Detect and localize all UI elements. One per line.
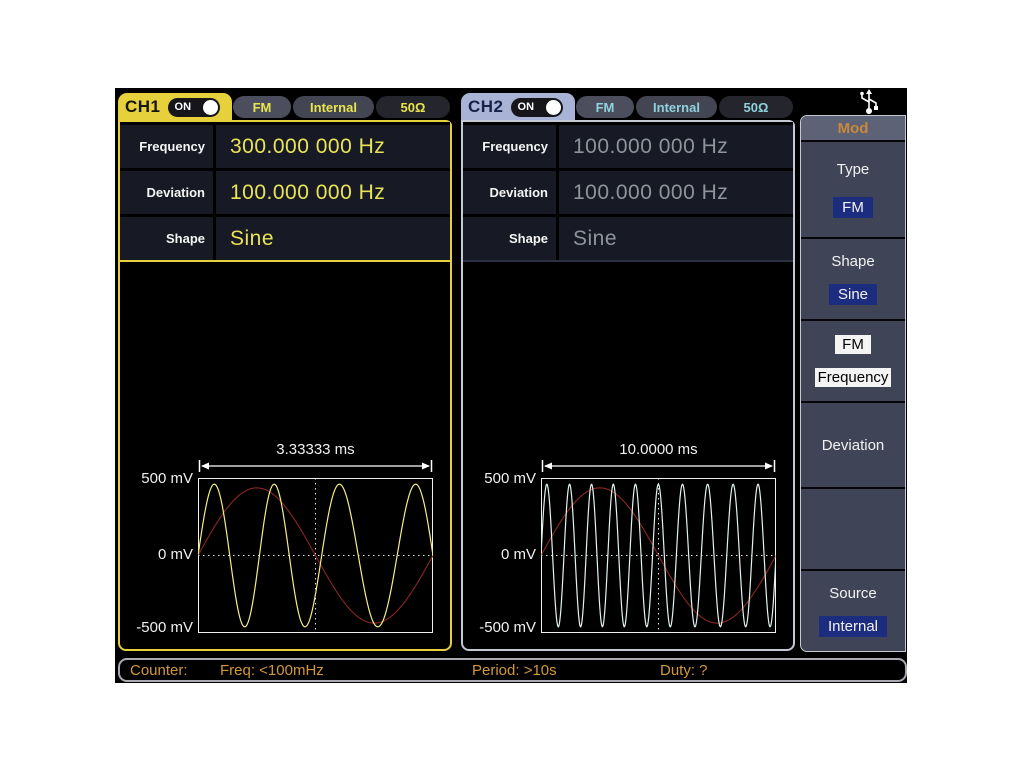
- counter-duty: Duty: ?: [660, 662, 708, 679]
- softkey-fm-frequency[interactable]: FM Frequency: [801, 321, 905, 403]
- ch2-ymin-label: -500 mV: [464, 619, 536, 636]
- ch2-on-label: ON: [518, 101, 546, 113]
- ch1-shape-row[interactable]: Shape Sine: [120, 217, 450, 260]
- softkey-source-label: Source: [829, 585, 877, 602]
- ch1-waveform-plot: [198, 478, 433, 633]
- ch2-time-span-label: 10.0000 ms: [541, 441, 776, 458]
- ch1-shape-label: Shape: [120, 217, 213, 260]
- ch2-ymax-label: 500 mV: [464, 470, 536, 487]
- usb-icon: [857, 89, 881, 115]
- softkey-blank: [801, 489, 905, 571]
- ch2-toggle-knob-icon: [546, 100, 561, 115]
- softkey-source-value: Internal: [819, 616, 887, 637]
- ch2-deviation-row[interactable]: Deviation 100.000 000 Hz: [463, 171, 793, 214]
- ch1-tab[interactable]: CH1 ON: [118, 93, 232, 121]
- ch2-deviation-value: 100.000 000 Hz: [559, 171, 793, 214]
- softkey-type-label: Type: [837, 161, 870, 178]
- ch2-frequency-label: Frequency: [463, 125, 556, 168]
- softkey-shape-label: Shape: [831, 253, 874, 270]
- ch1-source-badge: Internal: [293, 96, 374, 118]
- ch1-yzero-label: 0 mV: [121, 546, 193, 563]
- ch2-waveform-plot: [541, 478, 776, 633]
- ch2-status-pills: FM Internal 50Ω: [576, 96, 793, 118]
- ch2-source-badge: Internal: [636, 96, 717, 118]
- sidebar-mod-title: Mod: [838, 120, 869, 137]
- ch2-parameter-table: Frequency 100.000 000 Hz Deviation 100.0…: [463, 122, 793, 262]
- ch2-on-toggle[interactable]: ON: [511, 98, 563, 117]
- ch2-deviation-label: Deviation: [463, 171, 556, 214]
- ch1-status-pills: FM Internal 50Ω: [233, 96, 450, 118]
- softkey-type-value: FM: [833, 197, 873, 218]
- counter-freq: Freq: <100mHz: [220, 662, 324, 679]
- ch1-ymin-label: -500 mV: [121, 619, 193, 636]
- ch1-impedance-badge: 50Ω: [376, 96, 450, 118]
- ch1-time-span-arrow: [198, 459, 433, 473]
- ch1-on-label: ON: [175, 101, 203, 113]
- ch2-frequency-value: 100.000 000 Hz: [559, 125, 793, 168]
- ch2-tab[interactable]: CH2 ON: [461, 93, 575, 121]
- ch1-time-span-label: 3.33333 ms: [198, 441, 433, 458]
- softkey-source[interactable]: Source Internal: [801, 571, 905, 651]
- ch2-shape-label: Shape: [463, 217, 556, 260]
- instrument-screen: CH1 ON FM Internal 50Ω CH2 ON FM Interna…: [115, 88, 907, 683]
- counter-period: Period: >10s: [472, 662, 557, 679]
- softkey-shape-value: Sine: [829, 284, 877, 305]
- softkey-sidebar: Mod Type FM Shape Sine FM Frequency Devi…: [800, 115, 906, 652]
- ch1-deviation-label: Deviation: [120, 171, 213, 214]
- softkey-fm-frequency-line2: Frequency: [815, 368, 892, 387]
- softkey-fm-frequency-line1: FM: [835, 335, 871, 354]
- ch1-on-toggle[interactable]: ON: [168, 98, 220, 117]
- ch1-frequency-label: Frequency: [120, 125, 213, 168]
- ch1-mod-badge: FM: [233, 96, 291, 118]
- ch1-parameter-table: Frequency 300.000 000 Hz Deviation 100.0…: [120, 122, 450, 262]
- sidebar-mod-header: Mod: [801, 116, 905, 142]
- ch1-toggle-knob-icon: [203, 100, 218, 115]
- ch2-mod-badge: FM: [576, 96, 634, 118]
- ch2-shape-value: Sine: [559, 217, 793, 260]
- softkey-deviation[interactable]: Deviation: [801, 403, 905, 489]
- softkey-type[interactable]: Type FM: [801, 142, 905, 239]
- ch1-deviation-row[interactable]: Deviation 100.000 000 Hz: [120, 171, 450, 214]
- ch2-time-span-arrow: [541, 459, 776, 473]
- ch1-ymax-label: 500 mV: [121, 470, 193, 487]
- ch1-deviation-value: 100.000 000 Hz: [216, 171, 450, 214]
- ch2-tab-label: CH2: [468, 97, 504, 117]
- ch1-shape-value: Sine: [216, 217, 450, 260]
- softkey-shape[interactable]: Shape Sine: [801, 239, 905, 321]
- softkey-deviation-label: Deviation: [822, 437, 885, 454]
- ch2-shape-row[interactable]: Shape Sine: [463, 217, 793, 260]
- ch1-tab-label: CH1: [125, 97, 161, 117]
- ch2-yzero-label: 0 mV: [464, 546, 536, 563]
- ch1-frequency-row[interactable]: Frequency 300.000 000 Hz: [120, 125, 450, 168]
- ch2-impedance-badge: 50Ω: [719, 96, 793, 118]
- counter-label: Counter:: [130, 662, 188, 679]
- ch2-frequency-row[interactable]: Frequency 100.000 000 Hz: [463, 125, 793, 168]
- ch1-frequency-value: 300.000 000 Hz: [216, 125, 450, 168]
- counter-bar: Counter: Freq: <100mHz Period: >10s Duty…: [118, 658, 907, 682]
